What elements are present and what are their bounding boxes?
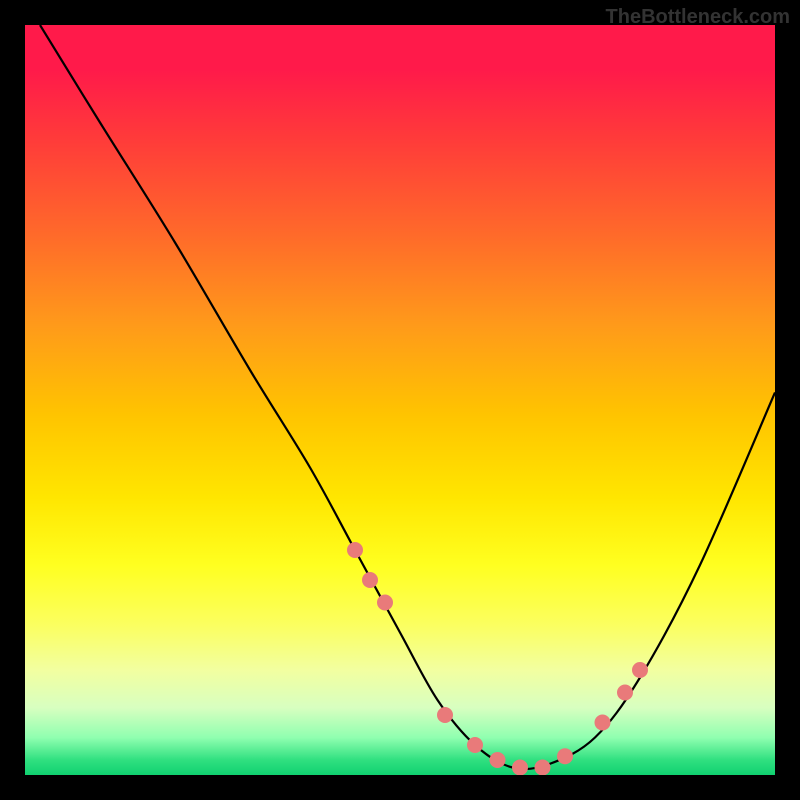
data-dot — [377, 595, 393, 611]
chart-container: TheBottleneck.com — [0, 0, 800, 800]
curve-layer — [25, 25, 775, 775]
data-dot — [535, 760, 551, 776]
data-dot — [512, 760, 528, 776]
data-dot — [490, 752, 506, 768]
data-dots — [347, 542, 648, 775]
data-dot — [437, 707, 453, 723]
data-dot — [632, 662, 648, 678]
data-dot — [362, 572, 378, 588]
data-dot — [595, 715, 611, 731]
plot-area — [25, 25, 775, 775]
data-dot — [347, 542, 363, 558]
data-dot — [617, 685, 633, 701]
watermark-text: TheBottleneck.com — [606, 6, 790, 29]
data-dot — [557, 748, 573, 764]
bottleneck-curve — [40, 25, 775, 769]
data-dot — [467, 737, 483, 753]
